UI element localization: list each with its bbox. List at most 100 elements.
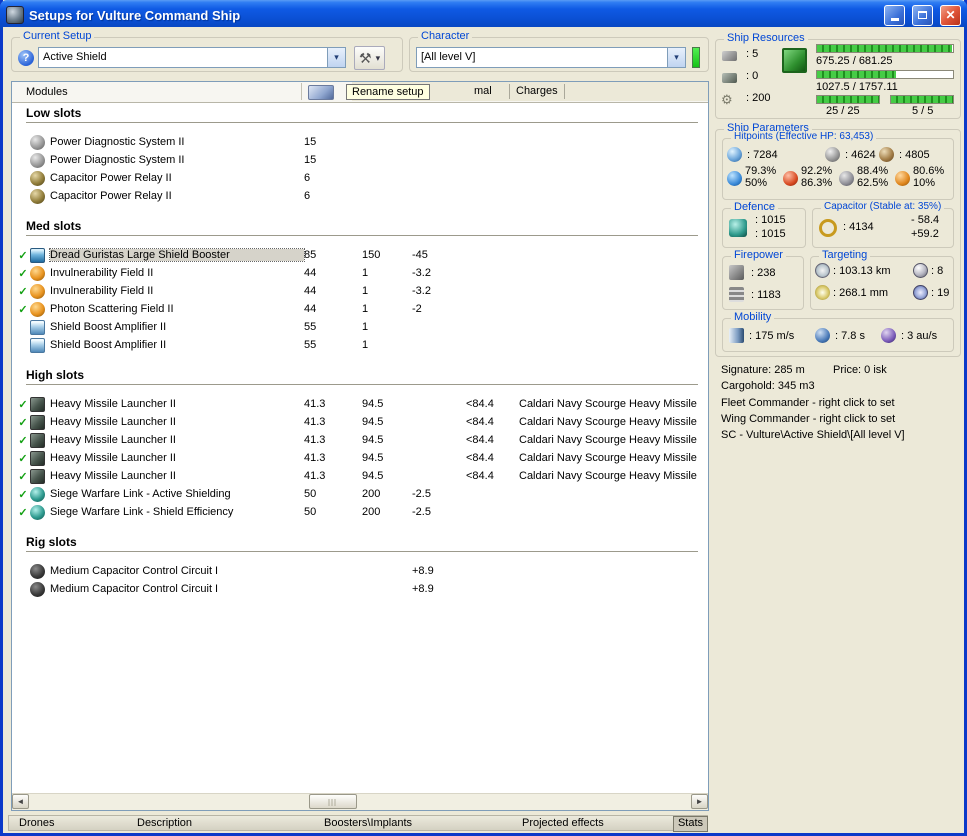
rename-setup-tooltip: Rename setup <box>346 84 430 100</box>
explosive-resist-icon <box>895 171 910 186</box>
module-row[interactable]: Capacitor Power Relay II 6 <box>12 187 708 205</box>
launcher-icon <box>30 468 45 484</box>
close-button[interactable]: ✕ <box>940 4 961 26</box>
shield-amp-icon <box>30 319 45 335</box>
character-combobox-value: [All level V] <box>421 51 476 63</box>
help-icon[interactable]: ? <box>18 50 34 66</box>
module-value-c3: -2.5 <box>412 506 431 518</box>
powergrid-bar <box>816 70 954 79</box>
module-row[interactable]: ✓ Heavy Missile Launcher II 41.3 94.5 <84.4 C… <box>12 431 708 449</box>
module-value-c1: 85 <box>304 249 317 261</box>
thermal-shield-resist: 92.2% <box>801 165 833 177</box>
character-combobox-dropdown[interactable]: ▾ <box>667 48 685 67</box>
module-row[interactable]: ✓ Invulnerability Field II 44 1 -3.2 <box>12 282 708 300</box>
title-bar[interactable]: Setups for Vulture Command Ship ✕ <box>0 0 967 30</box>
module-value-c1: 44 <box>304 267 317 279</box>
module-name: Dread Guristas Large Shield Booster <box>49 248 305 262</box>
module-value-c3: +8.9 <box>412 565 434 577</box>
module-row[interactable]: Shield Boost Amplifier II 55 1 <box>12 336 708 354</box>
scan-resolution-value: : 268.1 mm <box>833 287 889 299</box>
scrollbar-track[interactable] <box>29 794 691 810</box>
tab-drones[interactable]: Drones <box>19 817 54 829</box>
module-row[interactable]: ✓ Heavy Missile Launcher II 41.3 94.5 <84.4 C… <box>12 413 708 431</box>
cpu-usage-text: 675.25 / 681.25 <box>816 55 893 67</box>
tab-charges[interactable]: Charges <box>516 85 558 97</box>
module-row[interactable]: ✓ Siege Warfare Link - Active Shielding 50… <box>12 485 708 503</box>
tab-normal-partial[interactable]: mal <box>474 85 492 97</box>
explosive-armor-resist: 10% <box>913 177 936 189</box>
tab-boosters-implants[interactable]: Boosters\Implants <box>324 817 412 829</box>
warp-speed-icon <box>881 328 896 343</box>
hull-hp-value: : 4805 <box>899 149 930 161</box>
module-row[interactable]: ✓ Heavy Missile Launcher II 41.3 94.5 <84.4 C… <box>12 467 708 485</box>
setup-tools-button[interactable]: ⚒ ▾ <box>354 46 386 70</box>
modules-header: Modules mal Charges Rename setup <box>12 82 708 103</box>
module-name: Invulnerability Field II <box>50 285 154 297</box>
maximize-icon <box>918 11 927 19</box>
module-value-c1: 50 <box>304 488 317 500</box>
module-name: Heavy Missile Launcher II <box>50 398 176 410</box>
module-row[interactable]: Power Diagnostic System II 15 <box>12 151 708 169</box>
module-row[interactable]: Power Diagnostic System II 15 <box>12 133 708 151</box>
module-row[interactable]: Medium Capacitor Control Circuit I +8.9 <box>12 580 708 598</box>
module-row[interactable]: ✓ Dread Guristas Large Shield Booster 85 15… <box>12 246 708 264</box>
module-value-c1: 55 <box>304 321 317 333</box>
fleet-commander-text[interactable]: Fleet Commander - right click to set <box>721 397 895 409</box>
module-row[interactable]: ✓ Photon Scattering Field II 44 1 -2 <box>12 300 708 318</box>
module-value-c2: 150 <box>362 249 381 261</box>
wing-commander-text[interactable]: Wing Commander - right click to set <box>721 413 895 425</box>
modules-column-header[interactable]: Modules <box>26 86 68 98</box>
module-charge: Caldari Navy Scourge Heavy Missile <box>519 434 697 446</box>
module-value-c2: 1 <box>362 321 369 333</box>
active-check-icon: ✓ <box>18 285 28 298</box>
module-section: High slots ✓ Heavy Missile Launcher II 41.3… <box>12 368 708 521</box>
scroll-left-button[interactable]: ◄ <box>12 794 29 809</box>
module-row[interactable]: ✓ Siege Warfare Link - Shield Efficiency 5… <box>12 503 708 521</box>
shield-hp-value: : 7284 <box>747 149 778 161</box>
tab-description[interactable]: Description <box>137 817 192 829</box>
current-setup-label: Current Setup <box>20 30 95 42</box>
kinetic-resist-icon <box>839 171 854 186</box>
maximize-button[interactable] <box>912 4 933 26</box>
module-name: Heavy Missile Launcher II <box>50 434 176 446</box>
agility-value: : 7.8 s <box>835 330 865 342</box>
module-row[interactable]: ✓ Heavy Missile Launcher II 41.3 94.5 <84.4 C… <box>12 449 708 467</box>
capacitor-in: +59.2 <box>911 228 939 240</box>
module-row[interactable]: ✓ Heavy Missile Launcher II 41.3 94.5 <84.4 C… <box>12 395 708 413</box>
module-name: Siege Warfare Link - Active Shielding <box>50 488 231 500</box>
active-check-icon: ✓ <box>18 416 28 429</box>
powergrid-usage-text: 1027.5 / 1757.11 <box>816 81 898 93</box>
active-check-icon: ✓ <box>18 452 28 465</box>
hardener-icon <box>30 265 45 281</box>
horizontal-scrollbar[interactable]: ◄ ► <box>12 793 708 810</box>
setup-combobox[interactable]: Active Shield ▾ <box>38 47 346 68</box>
tab-separator <box>564 84 565 99</box>
active-check-icon: ✓ <box>18 249 28 262</box>
module-value-c2: 200 <box>362 488 381 500</box>
modules-panel: Modules mal Charges Rename setup Low slo… <box>11 81 709 811</box>
hardener-icon <box>30 301 45 317</box>
powergrid-bar-fill <box>817 71 896 78</box>
window-title: Setups for Vulture Command Ship <box>29 7 241 23</box>
thermal-armor-resist: 86.3% <box>801 177 833 189</box>
module-row[interactable]: Shield Boost Amplifier II 55 1 <box>12 318 708 336</box>
capacitor-group: Capacitor (Stable at: 35%) : 4134 - 58.4… <box>812 201 954 248</box>
scrollbar-thumb[interactable] <box>309 794 357 809</box>
scrollbar-grip <box>328 799 338 806</box>
minimize-button[interactable] <box>884 4 905 26</box>
setup-combobox-dropdown[interactable]: ▾ <box>327 48 345 67</box>
module-row[interactable]: Capacitor Power Relay II 6 <box>12 169 708 187</box>
defence-group: Defence : 1015 : 1015 <box>722 201 806 248</box>
rig-icon <box>30 563 45 579</box>
tab-projected-effects[interactable]: Projected effects <box>522 817 604 829</box>
em-shield-resist: 79.3% <box>745 165 777 177</box>
tab-stats[interactable]: Stats <box>673 816 708 832</box>
module-row[interactable]: Medium Capacitor Control Circuit I +8.9 <box>12 562 708 580</box>
character-combobox[interactable]: [All level V] ▾ <box>416 47 686 68</box>
module-row[interactable]: ✓ Invulnerability Field II 44 1 -3.2 <box>12 264 708 282</box>
capacitor-out: - 58.4 <box>911 214 940 226</box>
eft-window: Setups for Vulture Command Ship ✕ Curren… <box>0 0 967 836</box>
tools-dropdown-arrow[interactable]: ▾ <box>376 53 381 64</box>
module-value-c4: <84.4 <box>466 452 494 464</box>
scroll-right-button[interactable]: ► <box>691 794 708 809</box>
